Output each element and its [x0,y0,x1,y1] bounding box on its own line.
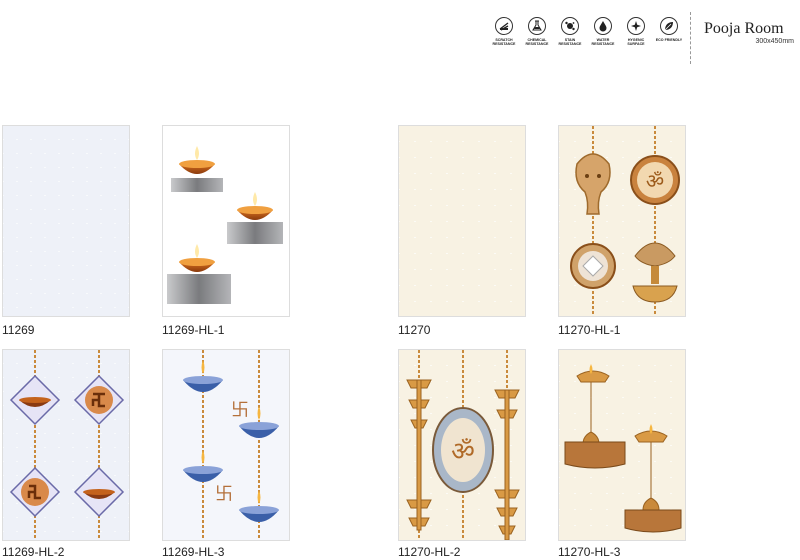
swastik-symbol-1: 卐 [231,400,249,421]
water-resistance-icon [594,17,612,35]
feature-label: STAIN RESISTANCE [558,38,582,47]
hygienic-surface-icon [627,17,645,35]
svg-text:ॐ: ॐ [451,437,475,467]
tile-code: 11269 [2,323,35,337]
tile-size: 300x450mm [755,38,794,45]
feature-chemical: CHEMICAL RESISTANCE [523,17,551,46]
scratch-resistance-icon [495,17,513,35]
tile-11269-hl-1[interactable] [162,125,290,317]
brass-lamp-stack-right [494,389,520,540]
ganesha-motif [575,153,611,215]
tile-11270-hl-1[interactable]: ॐ [558,125,686,317]
feature-scratch: SCRATCH RESISTANCE [490,17,518,46]
feature-icons: SCRATCH RESISTANCE CHEMICAL RESISTANCE S… [490,17,683,46]
page-title: Pooja Room [704,20,784,37]
feature-label: WATER RESISTANCE [591,38,615,47]
feature-label: ECO FRIENDLY [655,38,683,42]
brass-standing-lamp-2 [624,424,682,533]
tile-11269[interactable] [2,125,130,317]
stain-resistance-icon [561,17,579,35]
tile-code: 11270-HL-3 [558,545,621,559]
conch-medallion [570,243,616,289]
tile-11270-hl-2[interactable]: ॐ [398,349,526,541]
feature-label: SCRATCH RESISTANCE [492,38,516,47]
svg-text:ॐ: ॐ [646,169,664,193]
diya-stand-1 [171,146,223,192]
om-oval-medallion: ॐ [432,407,494,493]
tile-code: 11269-HL-3 [162,545,225,559]
blue-diya-4 [239,490,279,522]
diya-stand-3 [167,244,231,304]
tile-code: 11270-HL-1 [558,323,621,337]
brass-lamp-stack-left [406,379,432,531]
brass-standing-lamp-1 [564,364,626,469]
feature-label: CHEMICAL RESISTANCE [525,38,549,47]
tile-code: 11270 [398,323,431,337]
om-medallion: ॐ [630,155,680,205]
tile-code: 11269-HL-1 [162,323,225,337]
blue-diya-1 [183,360,223,392]
tile-11269-hl-3[interactable]: 卐 卐 [162,349,290,541]
feature-eco: ECO FRIENDLY [655,17,683,46]
feature-hygienic: HYGENIC SURFACE [622,17,650,46]
tile-code: 11270-HL-2 [398,545,461,559]
blue-diya-3 [183,450,223,482]
feature-label: HYGENIC SURFACE [627,38,645,47]
feature-water: WATER RESISTANCE [589,17,617,46]
header-divider [690,12,691,64]
peacock-lamp [632,242,678,303]
chemical-resistance-icon [528,17,546,35]
diamond-diya-2 [73,466,125,518]
tile-11270-hl-3[interactable] [558,349,686,541]
feature-stain: STAIN RESISTANCE [556,17,584,46]
tile-11270[interactable] [398,125,526,317]
diamond-swastik-1 [73,374,125,426]
diya-stand-2 [227,192,283,244]
tile-11269-hl-2[interactable] [2,349,130,541]
swastik-symbol-2: 卐 [215,484,233,505]
diamond-swastik-2 [9,466,61,518]
diamond-diya-1 [9,374,61,426]
eco-friendly-icon [660,17,678,35]
tile-code: 11269-HL-2 [2,545,65,559]
